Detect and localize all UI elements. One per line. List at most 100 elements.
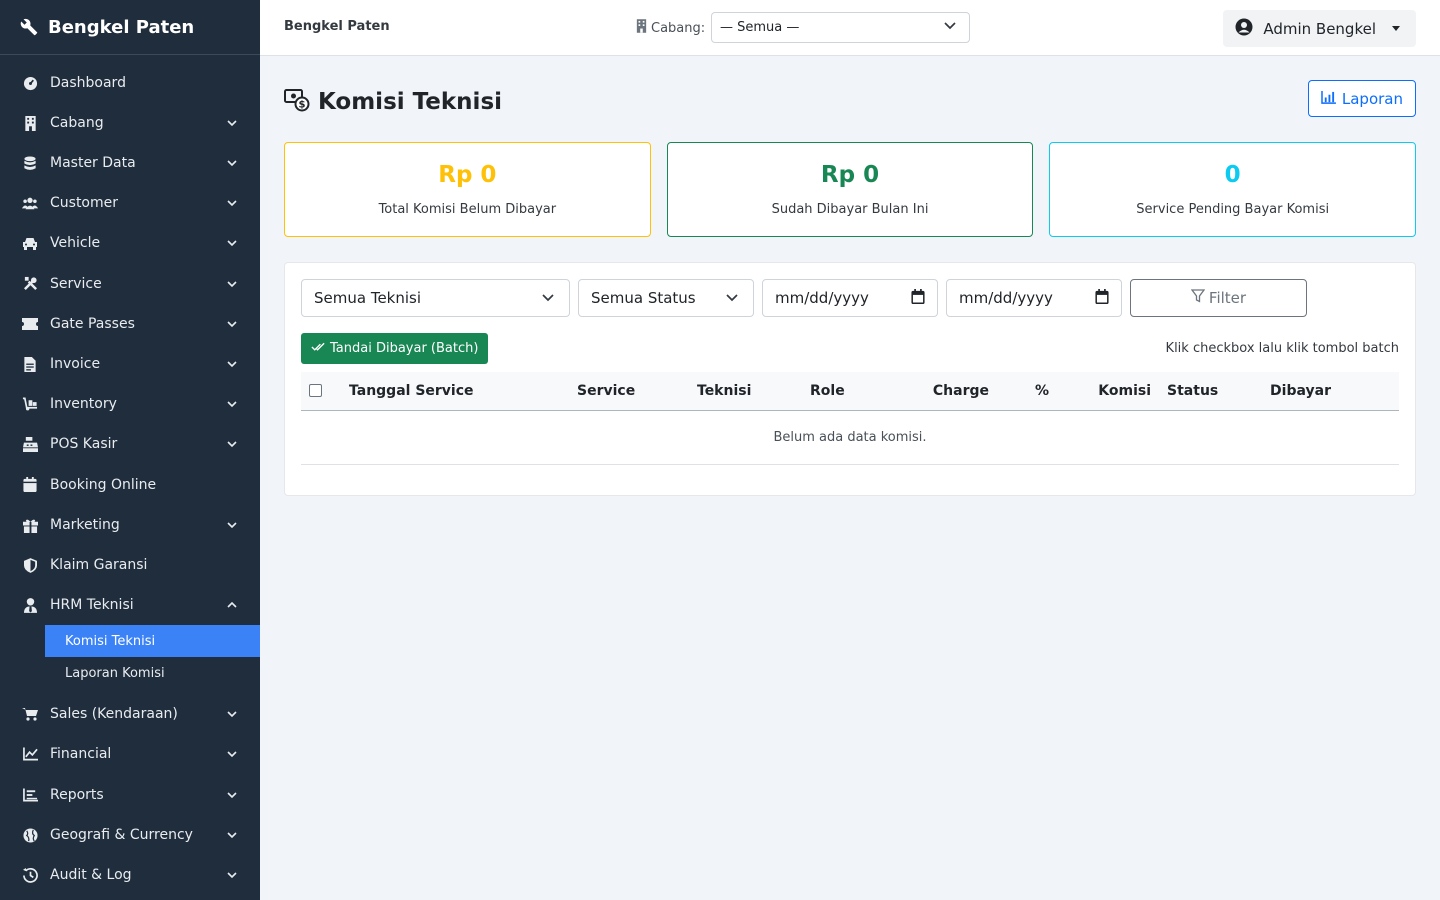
sidebar-item-hrm-teknisi[interactable]: HRM Teknisi [0, 585, 260, 625]
sidebar-item-audit-log[interactable]: Audit & Log [0, 855, 260, 895]
sidebar-item-customer[interactable]: Customer [0, 183, 260, 223]
filter-bar: Semua Teknisi Semua Status mm/dd/yyyy mm… [301, 279, 1399, 317]
topbar-brand[interactable]: Bengkel Paten [284, 19, 390, 34]
chart-bar-icon [1321, 90, 1336, 108]
card-value: Rp 0 [438, 162, 497, 188]
col-dibayar[interactable]: Dibayar [1262, 372, 1399, 410]
card-service-pending: 0 Service Pending Bayar Komisi [1049, 142, 1417, 237]
technician-select[interactable]: Semua Teknisi [301, 279, 570, 317]
sidebar-item-label: POS Kasir [50, 436, 118, 452]
chevron-down-icon [226, 438, 238, 450]
sidebar-item-label: Service [50, 275, 102, 292]
chevron-down-icon [226, 398, 238, 410]
sidebar-subitem-komisi-teknisi[interactable]: Komisi Teknisi [45, 625, 260, 657]
reports-icon [22, 787, 38, 803]
sidebar-item-gate-passes[interactable]: Gate Passes [0, 304, 260, 344]
ticket-icon [22, 316, 38, 332]
sidebar-item-label: Audit & Log [50, 867, 132, 883]
laporan-button[interactable]: Laporan [1307, 80, 1416, 117]
database-icon [22, 155, 38, 171]
check-double-icon [311, 341, 326, 356]
page-header: $ Komisi Teknisi Laporan [284, 56, 1416, 142]
sidebar-item-master-data[interactable]: Master Data [0, 143, 260, 183]
sidebar-item-cabang[interactable]: Cabang [0, 103, 260, 143]
col-komisi[interactable]: Komisi [1057, 372, 1159, 410]
sidebar-item-marketing[interactable]: Marketing [0, 505, 260, 545]
caret-down-icon [1392, 26, 1400, 31]
date-from-input[interactable]: mm/dd/yyyy [762, 279, 938, 317]
sidebar-item-label: Gate Passes [50, 316, 135, 332]
sidebar-item-label: Invoice [50, 356, 101, 372]
branch-select[interactable]: — Semua — [711, 12, 970, 43]
sidebar-item-label: Marketing [50, 517, 120, 533]
status-select[interactable]: Semua Status [578, 279, 754, 317]
sidebar: Bengkel Paten Dashboard Cabang Master Da… [0, 0, 260, 900]
col-persen[interactable]: % [997, 372, 1057, 410]
sidebar-brand[interactable]: Bengkel Paten [0, 0, 260, 55]
sidebar-item-sales[interactable]: Sales (Kendaraan) [0, 693, 260, 734]
date-to-input[interactable]: mm/dd/yyyy [946, 279, 1122, 317]
sidebar-subitem-laporan-komisi[interactable]: Laporan Komisi [45, 657, 260, 689]
sidebar-item-dashboard[interactable]: Dashboard [0, 63, 260, 103]
branch-select-value: — Semua — [720, 20, 800, 35]
filter-button[interactable]: Filter [1130, 279, 1307, 317]
chevron-down-icon [226, 748, 238, 760]
date-from-placeholder: mm/dd/yyyy [775, 289, 869, 307]
chevron-down-icon [226, 358, 238, 370]
status-select-value: Semua Status [591, 289, 696, 307]
card-caption: Total Komisi Belum Dibayar [378, 202, 557, 217]
sidebar-item-label: Customer [50, 195, 119, 211]
chevron-down-icon [725, 289, 739, 307]
money-check-icon: $ [284, 86, 310, 118]
col-service[interactable]: Service [569, 372, 689, 410]
batch-row: Tandai Dibayar (Batch) Klik checkbox lal… [301, 333, 1399, 364]
globe-icon [22, 827, 38, 843]
users-icon [22, 195, 38, 211]
card-value: 0 [1224, 162, 1241, 188]
user-menu[interactable]: Admin Bengkel [1223, 10, 1416, 47]
shield-icon [22, 557, 38, 573]
sidebar-item-financial[interactable]: Financial [0, 734, 260, 774]
sidebar-item-klaim-garansi[interactable]: Klaim Garansi [0, 545, 260, 585]
sidebar-item-vehicle[interactable]: Vehicle [0, 223, 260, 263]
col-charge[interactable]: Charge [902, 372, 997, 410]
chevron-down-icon [943, 20, 957, 35]
card-total-komisi-belum-dibayar: Rp 0 Total Komisi Belum Dibayar [284, 142, 651, 237]
sidebar-item-label: Dashboard [50, 75, 126, 91]
main-content: $ Komisi Teknisi Laporan Rp 0 Total Komi… [284, 56, 1417, 496]
sidebar-item-reports[interactable]: Reports [0, 774, 260, 815]
sidebar-item-geografi-currency[interactable]: Geografi & Currency [0, 815, 260, 855]
topbar: Bengkel Paten Cabang: — Semua — Admin Be… [260, 0, 1440, 56]
gift-icon [22, 517, 38, 533]
col-teknisi[interactable]: Teknisi [689, 372, 802, 410]
sidebar-item-pos-kasir[interactable]: POS Kasir [0, 424, 260, 464]
sidebar-item-label: Booking Online [50, 476, 157, 493]
card-caption: Sudah Dibayar Bulan Ini [771, 202, 929, 217]
laporan-button-label: Laporan [1341, 89, 1403, 108]
sidebar-item-label: Geografi & Currency [50, 827, 193, 843]
sidebar-item-booking-online[interactable]: Booking Online [0, 464, 260, 505]
history-icon [22, 867, 38, 883]
sidebar-item-inventory[interactable]: Inventory [0, 384, 260, 424]
sidebar-item-invoice[interactable]: Invoice [0, 344, 260, 384]
wrench-icon [20, 18, 40, 36]
chevron-down-icon [226, 519, 238, 531]
building-icon [22, 115, 38, 131]
technician-select-value: Semua Teknisi [314, 289, 422, 307]
col-role[interactable]: Role [802, 372, 902, 410]
chevron-down-icon [226, 117, 238, 129]
sidebar-nav: Dashboard Cabang Master Data Customer Ve… [0, 55, 260, 895]
page-title: $ Komisi Teknisi [284, 86, 502, 118]
tools-icon [22, 276, 38, 292]
col-status[interactable]: Status [1159, 372, 1262, 410]
sidebar-item-label: Vehicle [50, 235, 101, 251]
select-all-checkbox[interactable] [309, 384, 322, 398]
sidebar-item-service[interactable]: Service [0, 263, 260, 304]
svg-text:$: $ [299, 100, 306, 111]
col-tanggal-service[interactable]: Tanggal Service [341, 372, 569, 410]
branch-label: Cabang: [636, 19, 705, 37]
mark-paid-batch-button[interactable]: Tandai Dibayar (Batch) [301, 333, 489, 364]
sidebar-item-label: Financial [50, 746, 112, 762]
card-value: Rp 0 [820, 162, 880, 188]
chevron-down-icon [541, 289, 555, 307]
